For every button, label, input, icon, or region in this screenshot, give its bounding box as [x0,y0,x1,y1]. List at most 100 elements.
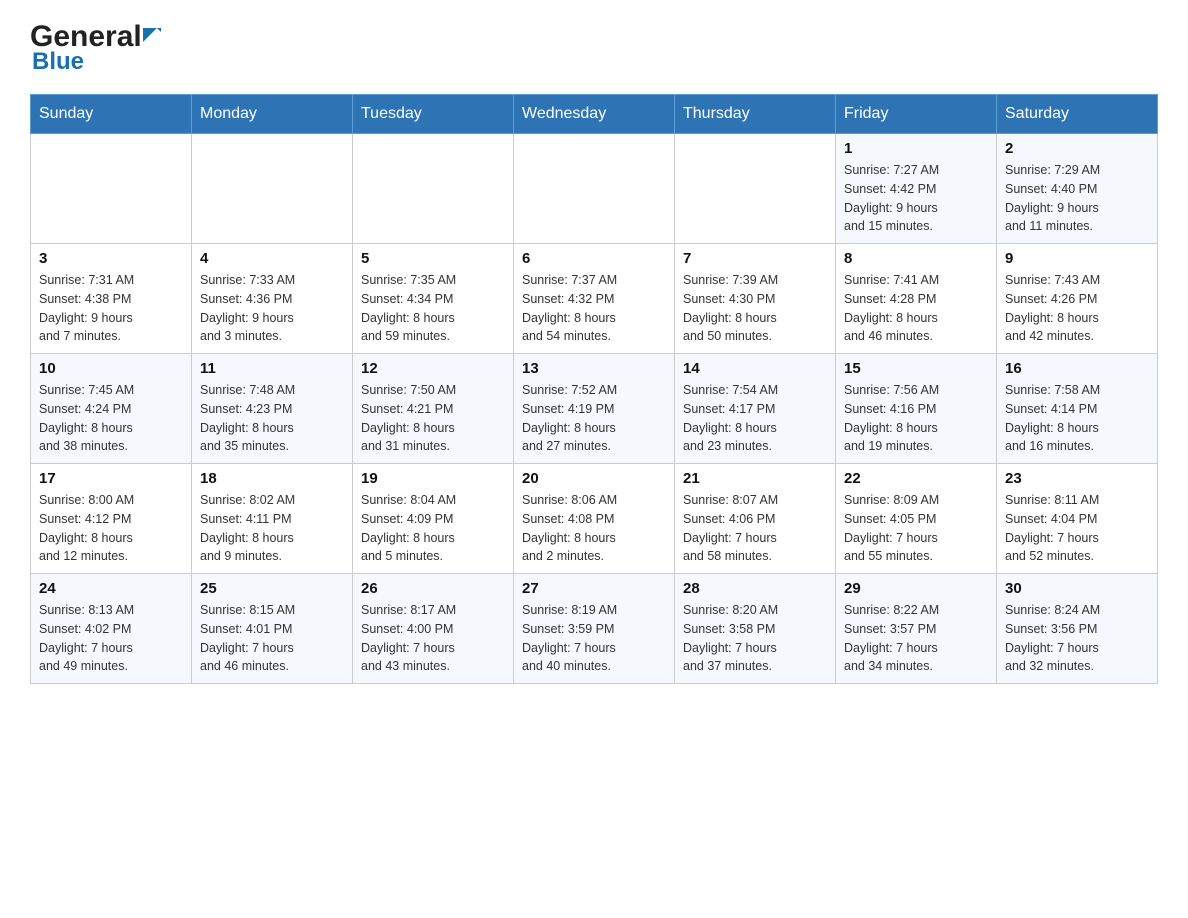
calendar-week-3: 10 Sunrise: 7:45 AMSunset: 4:24 PMDayligh… [31,354,1158,464]
calendar-cell: 27Sunrise: 8:19 AMSunset: 3:59 PMDayligh… [514,574,675,684]
logo-blue-text: Blue [32,48,162,76]
day-number: 18 [200,470,344,487]
day-number: 23 [1005,470,1149,487]
day-info: Sunrise: 7:56 AMSunset: 4:16 PMDaylight:… [844,381,988,456]
calendar-week-4: 17 Sunrise: 8:00 AMSunset: 4:12 PMDayligh… [31,464,1158,574]
calendar-cell: 21 Sunrise: 8:07 AMSunset: 4:06 PMDayligh… [675,464,836,574]
calendar-cell: 25 Sunrise: 8:15 AMSunset: 4:01 PMDayligh… [192,574,353,684]
day-number: 2 [1005,140,1149,157]
weekday-header-tuesday: Tuesday [353,95,514,134]
day-info: Sunrise: 7:54 AMSunset: 4:17 PMDaylight:… [683,381,827,456]
calendar-cell: 24 Sunrise: 8:13 AMSunset: 4:02 PMDayligh… [31,574,192,684]
day-number: 4 [200,250,344,267]
day-info: Sunrise: 8:07 AMSunset: 4:06 PMDaylight:… [683,491,827,566]
calendar-cell: 26 Sunrise: 8:17 AMSunset: 4:00 PMDayligh… [353,574,514,684]
calendar-cell: 28 Sunrise: 8:20 AMSunset: 3:58 PMDayligh… [675,574,836,684]
day-number: 5 [361,250,505,267]
day-number: 20 [522,470,666,487]
day-info: Sunrise: 8:24 AMSunset: 3:56 PMDaylight:… [1005,601,1149,676]
calendar-cell [353,134,514,244]
day-info: Sunrise: 7:58 AMSunset: 4:14 PMDaylight:… [1005,381,1149,456]
day-number: 24 [39,580,183,597]
calendar-cell: 9 Sunrise: 7:43 AMSunset: 4:26 PMDaylight… [997,244,1158,354]
day-info: Sunrise: 8:06 AMSunset: 4:08 PMDaylight:… [522,491,666,566]
calendar-table: SundayMondayTuesdayWednesdayThursdayFrid… [30,94,1158,684]
calendar-cell: 18Sunrise: 8:02 AMSunset: 4:11 PMDayligh… [192,464,353,574]
day-info: Sunrise: 8:13 AMSunset: 4:02 PMDaylight:… [39,601,183,676]
calendar-cell: 19Sunrise: 8:04 AMSunset: 4:09 PMDayligh… [353,464,514,574]
day-number: 28 [683,580,827,597]
day-number: 15 [844,360,988,377]
logo-triangle-icon [143,28,161,46]
calendar-cell: 17 Sunrise: 8:00 AMSunset: 4:12 PMDayligh… [31,464,192,574]
day-number: 11 [200,360,344,377]
day-info: Sunrise: 7:37 AMSunset: 4:32 PMDaylight:… [522,271,666,346]
day-info: Sunrise: 8:11 AMSunset: 4:04 PMDaylight:… [1005,491,1149,566]
day-number: 12 [361,360,505,377]
day-info: Sunrise: 7:29 AMSunset: 4:40 PMDaylight:… [1005,161,1149,236]
calendar-cell: 16 Sunrise: 7:58 AMSunset: 4:14 PMDayligh… [997,354,1158,464]
day-info: Sunrise: 7:31 AMSunset: 4:38 PMDaylight:… [39,271,183,346]
calendar-cell [514,134,675,244]
weekday-header-thursday: Thursday [675,95,836,134]
calendar-cell: 14 Sunrise: 7:54 AMSunset: 4:17 PMDayligh… [675,354,836,464]
day-number: 27 [522,580,666,597]
day-number: 26 [361,580,505,597]
logo: General Blue [30,20,162,76]
day-info: Sunrise: 7:48 AMSunset: 4:23 PMDaylight:… [200,381,344,456]
weekday-header-wednesday: Wednesday [514,95,675,134]
calendar-cell [192,134,353,244]
day-number: 1 [844,140,988,157]
day-number: 6 [522,250,666,267]
header: General Blue [30,20,1158,76]
weekday-header-row: SundayMondayTuesdayWednesdayThursdayFrid… [31,95,1158,134]
calendar-cell: 4 Sunrise: 7:33 AMSunset: 4:36 PMDaylight… [192,244,353,354]
day-number: 13 [522,360,666,377]
day-info: Sunrise: 8:15 AMSunset: 4:01 PMDaylight:… [200,601,344,676]
day-info: Sunrise: 7:45 AMSunset: 4:24 PMDaylight:… [39,381,183,456]
day-number: 21 [683,470,827,487]
day-number: 22 [844,470,988,487]
day-number: 25 [200,580,344,597]
day-number: 10 [39,360,183,377]
day-number: 7 [683,250,827,267]
calendar-cell [675,134,836,244]
calendar-week-1: 1Sunrise: 7:27 AMSunset: 4:42 PMDaylight… [31,134,1158,244]
day-number: 30 [1005,580,1149,597]
calendar-cell: 6 Sunrise: 7:37 AMSunset: 4:32 PMDaylight… [514,244,675,354]
day-number: 29 [844,580,988,597]
day-info: Sunrise: 8:20 AMSunset: 3:58 PMDaylight:… [683,601,827,676]
day-number: 14 [683,360,827,377]
day-info: Sunrise: 8:00 AMSunset: 4:12 PMDaylight:… [39,491,183,566]
calendar-cell: 8 Sunrise: 7:41 AMSunset: 4:28 PMDaylight… [836,244,997,354]
weekday-header-sunday: Sunday [31,95,192,134]
day-info: Sunrise: 7:41 AMSunset: 4:28 PMDaylight:… [844,271,988,346]
weekday-header-saturday: Saturday [997,95,1158,134]
calendar-cell: 12 Sunrise: 7:50 AMSunset: 4:21 PMDayligh… [353,354,514,464]
weekday-header-friday: Friday [836,95,997,134]
calendar-cell: 29 Sunrise: 8:22 AMSunset: 3:57 PMDayligh… [836,574,997,684]
calendar-cell: 5Sunrise: 7:35 AMSunset: 4:34 PMDaylight… [353,244,514,354]
day-number: 19 [361,470,505,487]
calendar-cell: 20 Sunrise: 8:06 AMSunset: 4:08 PMDayligh… [514,464,675,574]
calendar-week-5: 24 Sunrise: 8:13 AMSunset: 4:02 PMDayligh… [31,574,1158,684]
day-info: Sunrise: 7:39 AMSunset: 4:30 PMDaylight:… [683,271,827,346]
day-info: Sunrise: 8:09 AMSunset: 4:05 PMDaylight:… [844,491,988,566]
day-number: 16 [1005,360,1149,377]
day-info: Sunrise: 7:43 AMSunset: 4:26 PMDaylight:… [1005,271,1149,346]
day-number: 8 [844,250,988,267]
calendar-cell: 23 Sunrise: 8:11 AMSunset: 4:04 PMDayligh… [997,464,1158,574]
calendar-cell: 13Sunrise: 7:52 AMSunset: 4:19 PMDayligh… [514,354,675,464]
calendar-cell: 22 Sunrise: 8:09 AMSunset: 4:05 PMDayligh… [836,464,997,574]
day-info: Sunrise: 8:17 AMSunset: 4:00 PMDaylight:… [361,601,505,676]
calendar-cell: 1Sunrise: 7:27 AMSunset: 4:42 PMDaylight… [836,134,997,244]
day-number: 3 [39,250,183,267]
day-info: Sunrise: 8:22 AMSunset: 3:57 PMDaylight:… [844,601,988,676]
day-info: Sunrise: 7:33 AMSunset: 4:36 PMDaylight:… [200,271,344,346]
day-info: Sunrise: 7:50 AMSunset: 4:21 PMDaylight:… [361,381,505,456]
calendar-cell [31,134,192,244]
day-number: 17 [39,470,183,487]
calendar-week-2: 3 Sunrise: 7:31 AMSunset: 4:38 PMDaylight… [31,244,1158,354]
calendar-cell: 3 Sunrise: 7:31 AMSunset: 4:38 PMDaylight… [31,244,192,354]
day-number: 9 [1005,250,1149,267]
